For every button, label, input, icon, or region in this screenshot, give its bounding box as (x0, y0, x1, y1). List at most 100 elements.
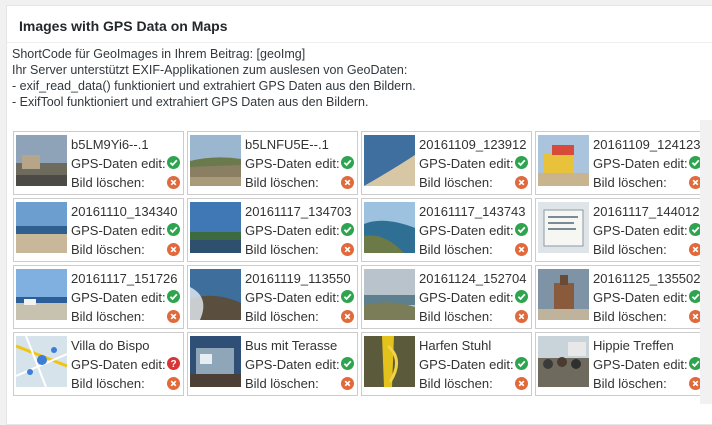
image-thumbnail[interactable] (538, 336, 589, 387)
image-card: Hippie Treffen GPS-Daten edit: Bild lösche… (535, 332, 706, 396)
delete-image-label: Bild löschen: (71, 242, 145, 257)
image-name: 20161109_124123 (593, 137, 701, 152)
image-thumbnail[interactable] (364, 135, 415, 186)
delete-image-label: Bild löschen: (593, 376, 667, 391)
delete-image-label: Bild löschen: (245, 376, 319, 391)
gps-edit-label: GPS-Daten edit: (245, 223, 340, 238)
gps-edit-label: GPS-Daten edit: (593, 290, 688, 305)
image-thumbnail[interactable] (190, 202, 241, 253)
delete-x-icon[interactable] (515, 176, 528, 189)
image-card: 20161109_124123 GPS-Daten edit: Bild lösch… (535, 131, 706, 195)
image-name: 20161117_144012 (593, 204, 700, 219)
exif-support-info: Ihr Server unterstützt EXIF-Applikatione… (12, 63, 408, 77)
image-card: 20161124_152704 GPS-Daten edit: Bild lösch… (361, 265, 532, 329)
image-name: Villa do Bispo (71, 338, 150, 353)
exiftool-info: - ExifTool funktioniert und extrahiert G… (12, 95, 369, 109)
delete-x-icon[interactable] (167, 176, 180, 189)
delete-image-label: Bild löschen: (71, 175, 145, 190)
image-thumbnail[interactable] (538, 135, 589, 186)
image-thumbnail[interactable] (16, 336, 67, 387)
delete-image-label: Bild löschen: (419, 309, 493, 324)
delete-image-label: Bild löschen: (419, 376, 493, 391)
exif-read-data-info: - exif_read_data() funktioniert und extr… (12, 79, 416, 93)
image-card: 20161117_143743 GPS-Daten edit: Bild lösch… (361, 198, 532, 262)
image-name: Bus mit Terasse (245, 338, 338, 353)
gps-edit-label: GPS-Daten edit: (419, 156, 514, 171)
image-thumbnail[interactable] (190, 135, 241, 186)
check-circle-icon[interactable] (515, 156, 528, 169)
image-name: 20161125_135502 (593, 271, 701, 286)
check-circle-icon[interactable] (515, 223, 528, 236)
delete-image-label: Bild löschen: (71, 376, 145, 391)
delete-image-label: Bild löschen: (593, 309, 667, 324)
gps-edit-label: GPS-Daten edit: (419, 290, 514, 305)
check-circle-icon[interactable] (515, 357, 528, 370)
image-name: Hippie Treffen (593, 338, 674, 353)
image-card: Villa do Bispo GPS-Daten edit:? Bild lösch… (13, 332, 184, 396)
image-card: 20161117_144012 GPS-Daten edit: Bild lösch… (535, 198, 706, 262)
delete-x-icon[interactable] (167, 243, 180, 256)
delete-x-icon[interactable] (341, 176, 354, 189)
image-card: b5LNFU5E--.1 GPS-Daten edit: Bild löschen: (187, 131, 358, 195)
delete-x-icon[interactable] (167, 377, 180, 390)
check-circle-icon[interactable] (341, 357, 354, 370)
image-thumbnail[interactable] (364, 269, 415, 320)
image-thumbnail[interactable] (16, 135, 67, 186)
check-circle-icon[interactable] (341, 290, 354, 303)
image-grid: b5LM9Yi6--.1 GPS-Daten edit: Bild löschen:… (13, 131, 706, 396)
gps-edit-label: GPS-Daten edit: (245, 357, 340, 372)
image-thumbnail[interactable] (538, 202, 589, 253)
image-card: 20161109_123912 GPS-Daten edit: Bild lösch… (361, 131, 532, 195)
question-circle-icon[interactable]: ? (167, 357, 180, 370)
image-name: b5LM9Yi6--.1 (71, 137, 149, 152)
image-name: 20161117_134703 (245, 204, 352, 219)
delete-image-label: Bild löschen: (71, 309, 145, 324)
image-name: b5LNFU5E--.1 (245, 137, 329, 152)
image-thumbnail[interactable] (190, 336, 241, 387)
image-thumbnail[interactable] (16, 202, 67, 253)
panel-right-gutter (700, 120, 712, 404)
delete-x-icon[interactable] (167, 310, 180, 323)
image-thumbnail[interactable] (364, 202, 415, 253)
gps-edit-label: GPS-Daten edit: (593, 223, 688, 238)
image-thumbnail[interactable] (16, 269, 67, 320)
check-circle-icon[interactable] (167, 156, 180, 169)
check-circle-icon[interactable] (167, 223, 180, 236)
delete-x-icon[interactable] (341, 243, 354, 256)
delete-image-label: Bild löschen: (419, 175, 493, 190)
delete-image-label: Bild löschen: (419, 242, 493, 257)
check-circle-icon[interactable] (341, 156, 354, 169)
image-name: 20161117_143743 (419, 204, 526, 219)
check-circle-icon[interactable] (167, 290, 180, 303)
check-circle-icon[interactable] (515, 290, 528, 303)
delete-x-icon[interactable] (341, 310, 354, 323)
image-thumbnail[interactable] (364, 336, 415, 387)
delete-x-icon[interactable] (341, 377, 354, 390)
image-thumbnail[interactable] (538, 269, 589, 320)
gps-edit-label: GPS-Daten edit: (71, 357, 166, 372)
image-name: 20161110_134340 (71, 204, 178, 219)
image-name: 20161124_152704 (419, 271, 527, 286)
gps-edit-label: GPS-Daten edit: (593, 156, 688, 171)
image-card: Harfen Stuhl GPS-Daten edit: Bild löschen: (361, 332, 532, 396)
image-card: b5LM9Yi6--.1 GPS-Daten edit: Bild löschen: (13, 131, 184, 195)
svg-text:?: ? (170, 359, 176, 370)
server-info: ShortCode für GeoImages in Ihrem Beitrag… (12, 46, 416, 110)
gps-edit-label: GPS-Daten edit: (593, 357, 688, 372)
shortcode-info: ShortCode für GeoImages in Ihrem Beitrag… (12, 47, 306, 61)
gps-edit-label: GPS-Daten edit: (71, 223, 166, 238)
panel-title: Images with GPS Data on Maps (7, 6, 712, 43)
delete-image-label: Bild löschen: (245, 175, 319, 190)
image-card: 20161125_135502 GPS-Daten edit: Bild lösch… (535, 265, 706, 329)
gps-edit-label: GPS-Daten edit: (245, 156, 340, 171)
gps-edit-label: GPS-Daten edit: (245, 290, 340, 305)
check-circle-icon[interactable] (341, 223, 354, 236)
delete-image-label: Bild löschen: (593, 242, 667, 257)
image-thumbnail[interactable] (190, 269, 241, 320)
delete-x-icon[interactable] (515, 310, 528, 323)
delete-image-label: Bild löschen: (245, 309, 319, 324)
gps-edit-label: GPS-Daten edit: (419, 357, 514, 372)
image-card: Bus mit Terasse GPS-Daten edit: Bild lösch… (187, 332, 358, 396)
delete-x-icon[interactable] (515, 243, 528, 256)
delete-x-icon[interactable] (515, 377, 528, 390)
